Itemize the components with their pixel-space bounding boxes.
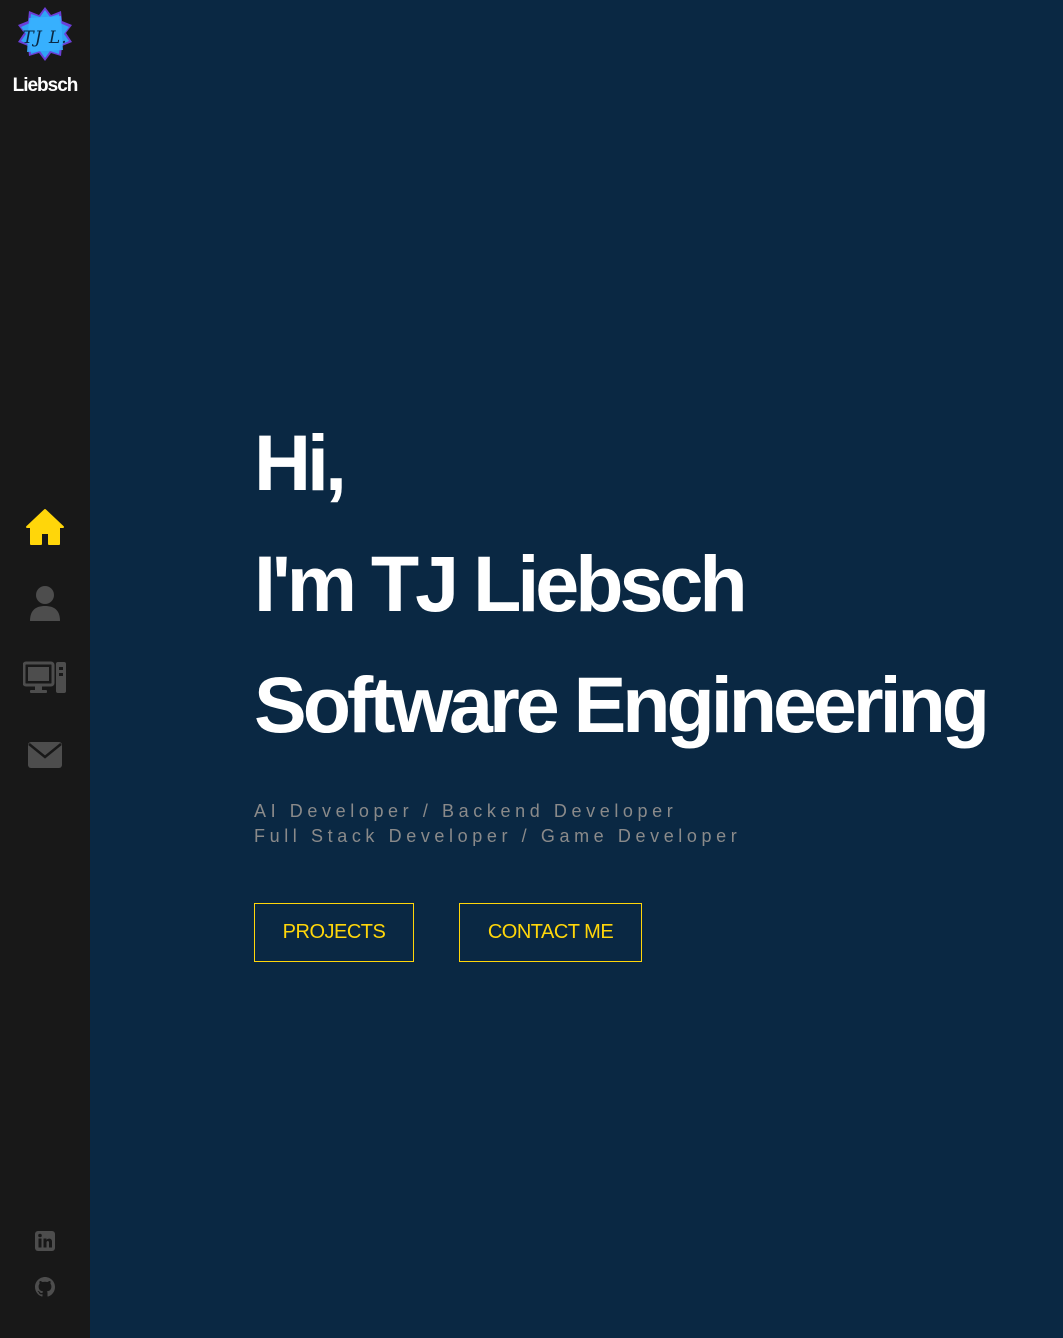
- nav-contact[interactable]: [0, 733, 90, 809]
- projects-button[interactable]: PROJECTS: [254, 903, 414, 962]
- envelope-icon: [28, 742, 62, 768]
- nav-portfolio[interactable]: [0, 657, 90, 733]
- brand-name: Liebsch: [12, 75, 79, 96]
- nav-home[interactable]: [0, 505, 90, 581]
- github-icon: [35, 1277, 55, 1297]
- subtitle-line-1: AI Developer / Backend Developer: [254, 801, 678, 821]
- hero-section: Hi, I'm TJ Liebsch Software Engineering …: [254, 402, 1054, 963]
- home-icon: [26, 509, 64, 545]
- nav-about[interactable]: [0, 581, 90, 657]
- social-links: [0, 1230, 90, 1322]
- subtitle-line-2: Full Stack Developer / Game Developer: [254, 826, 742, 846]
- linkedin-icon: [35, 1231, 55, 1251]
- computer-icon: [22, 661, 66, 693]
- user-icon: [30, 586, 60, 621]
- hero-greeting: Hi,: [254, 418, 347, 507]
- hero-subtitle: AI Developer / Backend Developer Full St…: [254, 799, 1054, 849]
- linkedin-link[interactable]: [0, 1230, 90, 1276]
- brand[interactable]: TJ L. Liebsch: [0, 6, 90, 97]
- main-content: Hi, I'm TJ Liebsch Software Engineering …: [90, 0, 1063, 1338]
- contact-button[interactable]: CONTACT ME: [459, 903, 642, 962]
- hero-buttons: PROJECTS CONTACT ME: [254, 903, 1054, 963]
- logo[interactable]: TJ L.: [17, 6, 73, 62]
- github-link[interactable]: [0, 1276, 90, 1322]
- hero-title: Software Engineering: [254, 660, 990, 749]
- sidebar: TJ L. Liebsch: [0, 0, 90, 1338]
- hero-name: I'm TJ Liebsch: [254, 539, 748, 628]
- sidebar-nav: [0, 505, 90, 809]
- logo-text: TJ L.: [22, 28, 68, 48]
